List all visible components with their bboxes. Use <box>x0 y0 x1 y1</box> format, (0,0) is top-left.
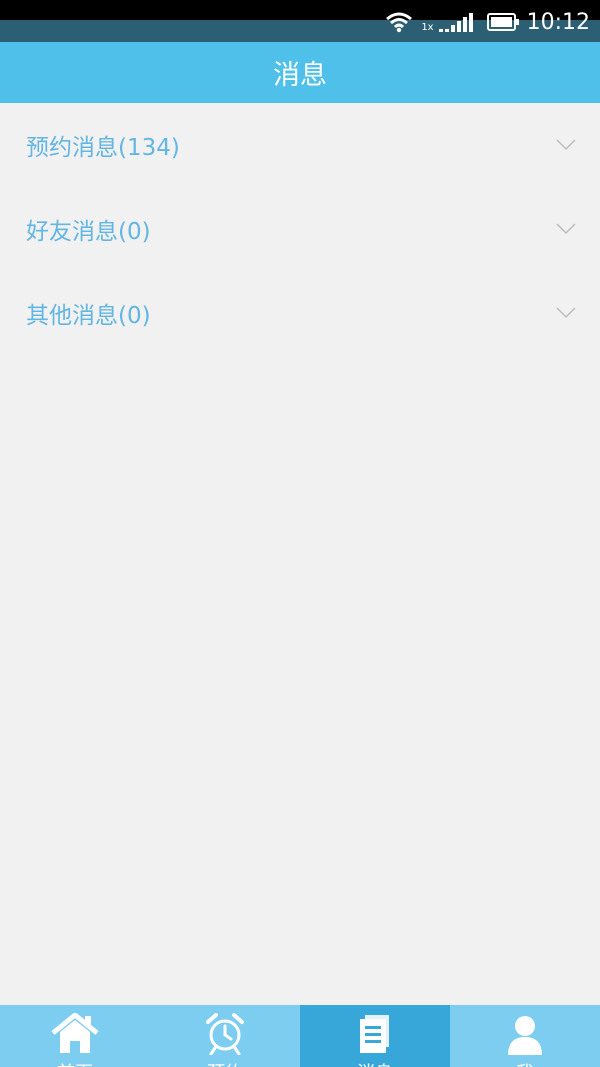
chevron-down-icon <box>556 223 576 235</box>
page-title: 消息 <box>273 60 327 91</box>
wifi-icon <box>386 12 413 33</box>
message-group-appointment[interactable]: 预约消息(134) <box>0 103 600 187</box>
message-group-label: 好友消息(0) <box>26 219 151 245</box>
message-group-label: 预约消息(134) <box>26 135 180 161</box>
nav-tab-label: 消息 <box>300 1059 450 1067</box>
status-bar: 1x 10:12 <box>0 0 600 42</box>
user-icon <box>508 1016 542 1055</box>
chevron-down-icon <box>556 307 576 319</box>
chevron-down-icon <box>556 139 576 151</box>
nav-tab-appointment[interactable]: 预约 <box>150 1005 300 1067</box>
nav-tab-profile[interactable]: 我 <box>450 1005 600 1067</box>
nav-tab-messages[interactable]: 消息 <box>300 1005 450 1067</box>
message-group-list: 预约消息(134) 好友消息(0) 其他消息(0) <box>0 103 600 355</box>
nav-tab-label: 我 <box>450 1059 600 1067</box>
sim-label: 1x <box>421 22 434 33</box>
signal-icon: 1x <box>421 11 478 33</box>
message-group-label: 其他消息(0) <box>26 303 151 329</box>
clock: 10:12 <box>526 9 590 35</box>
message-group-other[interactable]: 其他消息(0) <box>0 271 600 355</box>
nav-tab-label: 首页 <box>0 1059 150 1067</box>
home-icon <box>51 1013 99 1053</box>
message-group-friends[interactable]: 好友消息(0) <box>0 187 600 271</box>
alarm-clock-icon <box>206 1013 244 1055</box>
bottom-nav: 首页 预约 消息 我 <box>0 1005 600 1067</box>
status-icons: 1x 10:12 <box>385 2 600 42</box>
battery-icon <box>486 13 519 31</box>
document-icon <box>360 1015 389 1053</box>
nav-tab-label: 预约 <box>150 1059 300 1067</box>
title-bar: 消息 <box>0 42 600 103</box>
nav-tab-home[interactable]: 首页 <box>0 1005 150 1067</box>
